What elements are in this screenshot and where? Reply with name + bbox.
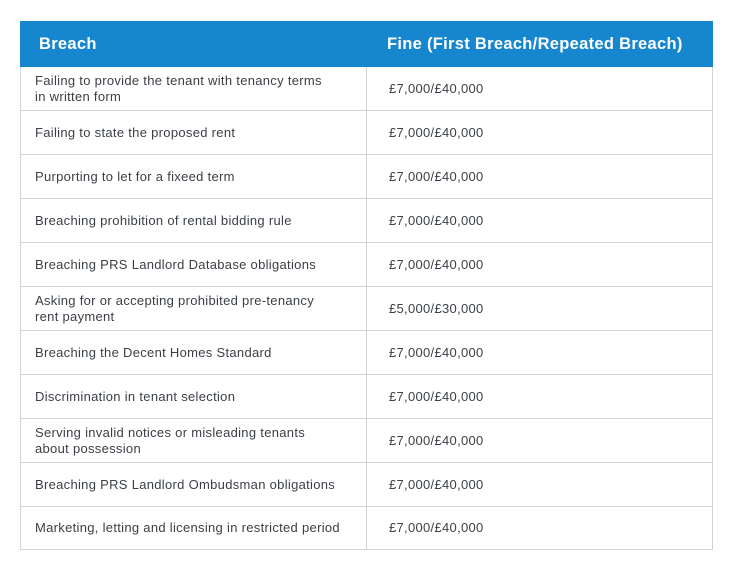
table-header-row: Breach Fine (First Breach/Repeated Breac… bbox=[20, 21, 713, 67]
fine-cell: £7,000/£40,000 bbox=[366, 462, 713, 507]
fine-cell: £7,000/£40,000 bbox=[366, 154, 713, 199]
fines-table-container: Breach Fine (First Breach/Repeated Breac… bbox=[20, 21, 713, 550]
table-row: Breaching the Decent Homes Standard £7,0… bbox=[20, 330, 713, 375]
table-row: Discrimination in tenant selection £7,00… bbox=[20, 374, 713, 419]
breach-text: Asking for or accepting prohibited pre-t… bbox=[35, 292, 315, 324]
breach-cell: Discrimination in tenant selection bbox=[20, 374, 367, 419]
table-row: Failing to provide the tenant with tenan… bbox=[20, 66, 713, 111]
breach-cell: Breaching PRS Landlord Ombudsman obligat… bbox=[20, 462, 367, 507]
fine-cell: £7,000/£40,000 bbox=[366, 374, 713, 419]
table-row: Breaching prohibition of rental bidding … bbox=[20, 198, 713, 243]
fine-cell: £7,000/£40,000 bbox=[366, 330, 713, 375]
fine-cell: £7,000/£40,000 bbox=[366, 242, 713, 287]
breach-cell: Breaching PRS Landlord Database obligati… bbox=[20, 242, 367, 287]
table-row: Breaching PRS Landlord Database obligati… bbox=[20, 242, 713, 287]
table-row: Failing to state the proposed rent £7,00… bbox=[20, 110, 713, 155]
table-row: Asking for or accepting prohibited pre-t… bbox=[20, 286, 713, 331]
column-header-breach: Breach bbox=[20, 21, 367, 67]
table-row: Marketing, letting and licensing in rest… bbox=[20, 506, 713, 550]
breach-cell: Asking for or accepting prohibited pre-t… bbox=[20, 286, 367, 331]
fine-cell: £7,000/£40,000 bbox=[366, 506, 713, 550]
breach-cell: Breaching the Decent Homes Standard bbox=[20, 330, 367, 375]
fines-table: Breach Fine (First Breach/Repeated Breac… bbox=[20, 21, 713, 550]
breach-cell: Failing to provide the tenant with tenan… bbox=[20, 66, 367, 111]
fine-cell: £7,000/£40,000 bbox=[366, 418, 713, 463]
breach-text: Failing to provide the tenant with tenan… bbox=[35, 72, 322, 104]
table-row: Serving invalid notices or misleading te… bbox=[20, 418, 713, 463]
breach-cell: Purporting to let for a fixeed term bbox=[20, 154, 367, 199]
table-row: Purporting to let for a fixeed term £7,0… bbox=[20, 154, 713, 199]
breach-cell: Serving invalid notices or misleading te… bbox=[20, 418, 367, 463]
fine-cell: £7,000/£40,000 bbox=[366, 198, 713, 243]
breach-text: Serving invalid notices or misleading te… bbox=[35, 424, 306, 456]
breach-cell: Marketing, letting and licensing in rest… bbox=[20, 506, 367, 550]
fine-cell: £7,000/£40,000 bbox=[366, 110, 713, 155]
fine-cell: £5,000/£30,000 bbox=[366, 286, 713, 331]
table-row: Breaching PRS Landlord Ombudsman obligat… bbox=[20, 462, 713, 507]
fine-cell: £7,000/£40,000 bbox=[366, 66, 713, 111]
column-header-fine: Fine (First Breach/Repeated Breach) bbox=[366, 21, 713, 67]
breach-cell: Breaching prohibition of rental bidding … bbox=[20, 198, 367, 243]
breach-cell: Failing to state the proposed rent bbox=[20, 110, 367, 155]
